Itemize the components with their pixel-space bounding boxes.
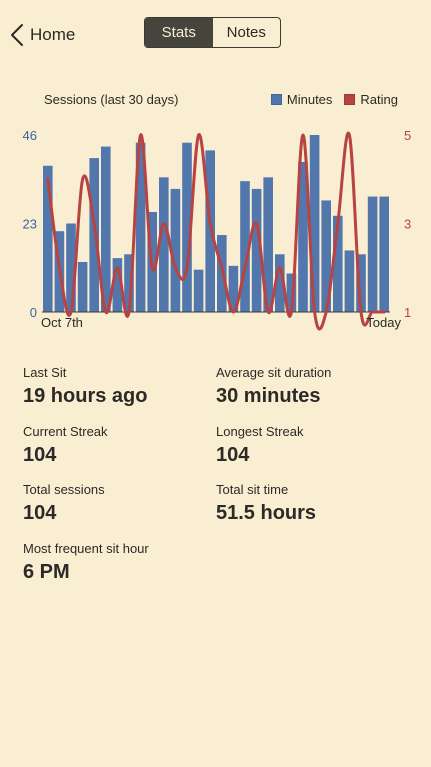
stat-label: Last Sit: [23, 365, 67, 380]
y-right-tick-label: 5: [404, 128, 411, 143]
bar-minutes: [379, 196, 389, 312]
bar-minutes: [193, 269, 204, 312]
sessions-chart: 0 23 46 1 3 5 Oct 7th Today Sessions (last 30 d…: [0, 80, 431, 340]
stat-value: 104: [23, 444, 57, 466]
stat-current-streak: Current Streak 104: [23, 424, 213, 468]
x-start-label: Oct 7th: [41, 315, 83, 330]
segmented-control: Stats Notes: [144, 17, 281, 48]
chart-title: Sessions (last 30 days): [44, 92, 179, 107]
legend-swatch-minutes: [270, 94, 282, 105]
stat-average-duration: Average sit duration 30 minutes: [216, 365, 406, 409]
stat-value: 6 PM: [23, 561, 70, 583]
legend-item-rating: Rating: [344, 92, 398, 107]
stat-label: Total sessions: [23, 482, 105, 497]
bar-minutes: [77, 261, 88, 312]
bar-minutes: [367, 196, 378, 312]
chart-svg: 0 23 46 1 3 5 Oct 7th Today: [23, 128, 411, 331]
chart-legend: Minutes Rating: [259, 92, 398, 107]
stat-frequent-hour: Most frequent sit hour 6 PM: [23, 541, 213, 585]
back-button[interactable]: Home: [10, 22, 75, 48]
stat-longest-streak: Longest Streak 104: [216, 424, 406, 468]
nav-bar: Home Stats Notes: [0, 0, 431, 68]
bar-minutes: [89, 158, 99, 312]
y-left-tick-label: 0: [30, 305, 37, 320]
y-left-tick-label: 46: [23, 128, 37, 143]
stat-label: Longest Streak: [216, 424, 304, 439]
bar-minutes: [344, 250, 355, 312]
tab-notes[interactable]: Notes: [213, 18, 281, 47]
stat-label: Average sit duration: [216, 365, 332, 380]
stat-value: 104: [216, 444, 250, 466]
back-label: Home: [30, 25, 76, 44]
legend-label-rating: Rating: [360, 92, 398, 107]
stat-value: 51.5 hours: [216, 502, 317, 524]
tab-stats[interactable]: Stats: [145, 18, 213, 47]
stat-label: Most frequent sit hour: [23, 541, 149, 556]
stat-total-sit-time: Total sit time 51.5 hours: [216, 482, 406, 526]
stat-value: 104: [23, 502, 57, 524]
stat-label: Total sit time: [216, 482, 289, 497]
stat-last-sit: Last Sit 19 hours ago: [23, 365, 213, 409]
stat-total-sessions: Total sessions 104: [23, 482, 213, 526]
x-end-label: Today: [366, 315, 401, 330]
y-right-tick-label: 3: [404, 217, 411, 232]
y-right-tick-label: 1: [404, 305, 411, 320]
stat-label: Current Streak: [23, 424, 108, 439]
stat-value: 30 minutes: [216, 385, 321, 407]
y-left-tick-label: 23: [23, 217, 37, 232]
stat-value: 19 hours ago: [23, 385, 148, 407]
chevron-left-icon: [11, 24, 23, 46]
legend-swatch-rating: [344, 94, 356, 105]
legend-label-minutes: Minutes: [286, 92, 333, 107]
legend-item-minutes: Minutes: [270, 92, 333, 107]
